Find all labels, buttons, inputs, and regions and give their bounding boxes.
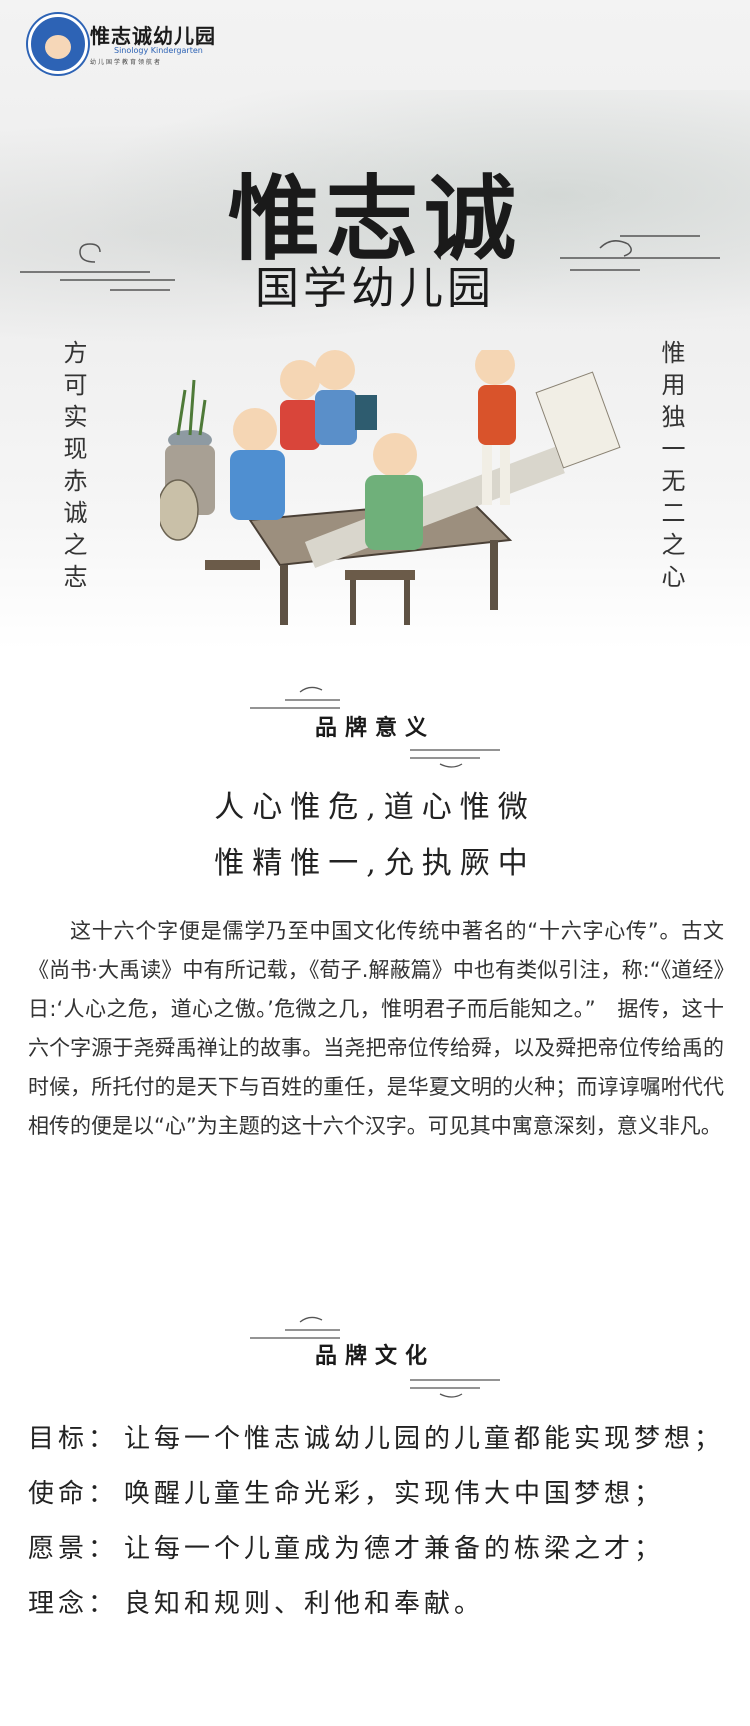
culture-key: 愿景： [28,1534,119,1564]
hero-banner: 惟志诚幼儿园 Sinology Kindergarten 幼儿国学教育领航者 惟… [0,0,750,650]
children-studying-illustration [160,350,621,625]
culture-value: 唤醒儿童生命光彩，实现伟大中国梦想； [124,1479,665,1509]
brand-culture-heading-block: 品牌文化 [0,1308,750,1398]
culture-item-goal: 目标： 让每一个惟志诚幼儿园的儿童都能实现梦想； [28,1412,728,1467]
hero-subtitle: 国学幼儿园 [255,263,495,314]
right-vertical-motto: 惟用独一无二之心 [657,340,685,596]
quote-line-1: 人心惟危,道心惟微 [214,790,536,825]
culture-value: 让每一个惟志诚幼儿园的儿童都能实现梦想； [124,1424,725,1454]
brand-culture-heading: 品牌文化 [314,1343,435,1369]
brand-meaning-heading-block: 品牌意义 [0,680,750,770]
left-vertical-motto: 方可实现赤诚之志 [59,340,87,596]
culture-value: 良知和规则、利他和奉献。 [124,1589,485,1619]
brand-meaning-paragraph: 这十六个字便是儒学乃至中国文化传统中著名的“十六字心传”。古文《尚书·大禹读》中… [28,919,724,1138]
culture-item-vision: 愿景： 让每一个儿童成为德才兼备的栋梁之才； [28,1522,728,1577]
culture-key: 目标： [28,1424,119,1454]
culture-key: 使命： [28,1479,119,1509]
culture-item-philosophy: 理念： 良知和规则、利他和奉献。 [28,1577,728,1632]
culture-key: 理念： [28,1589,119,1619]
culture-item-mission: 使命： 唤醒儿童生命光彩，实现伟大中国梦想； [28,1467,728,1522]
brand-meaning-heading: 品牌意义 [314,715,435,741]
culture-value: 让每一个儿童成为德才兼备的栋梁之才； [124,1534,665,1564]
brand-culture-list: 目标： 让每一个惟志诚幼儿园的儿童都能实现梦想； 使命： 唤醒儿童生命光彩，实现… [28,1412,728,1632]
quote-line-2: 惟精惟一,允执厥中 [214,846,536,881]
